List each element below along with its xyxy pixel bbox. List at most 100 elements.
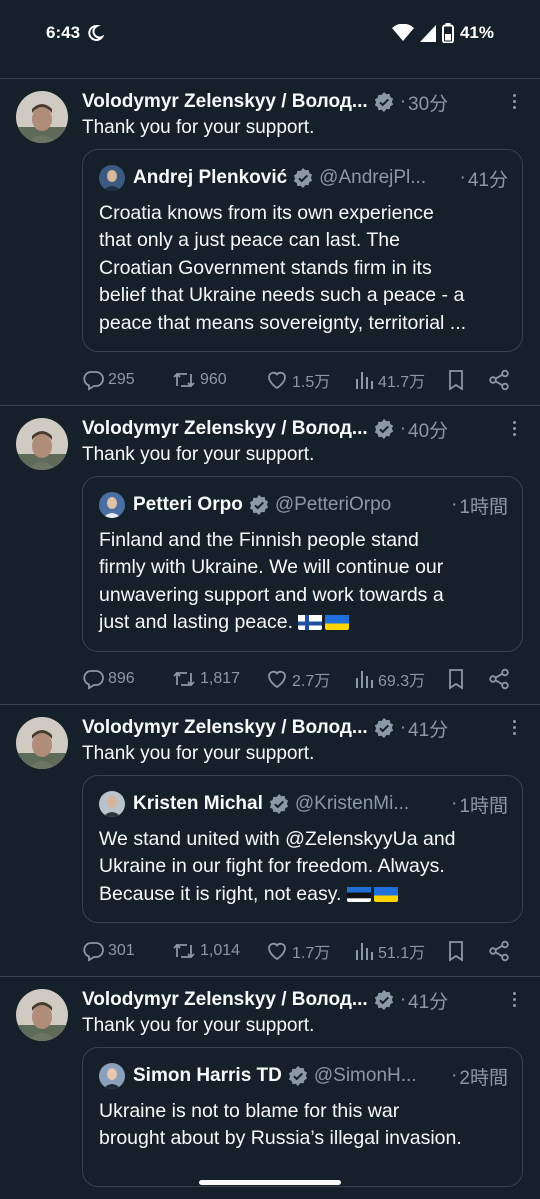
- bookmark-icon: [449, 370, 463, 391]
- more-options-icon[interactable]: [505, 418, 524, 439]
- views-chart-icon: [356, 671, 373, 688]
- separator-dot: ·: [399, 418, 407, 439]
- verified-badge-icon: [249, 495, 269, 515]
- retweet-count: 1,817: [200, 670, 241, 687]
- tweet[interactable]: Volodymyr Zelenskyy / Волод... · 41分 Tha…: [0, 977, 540, 1187]
- avatar[interactable]: [16, 91, 68, 143]
- quoted-tweet[interactable]: Petteri Orpo @PetteriOrpo · 1時間 Finland …: [82, 476, 523, 652]
- verified-badge-icon: [288, 1066, 308, 1086]
- quoted-text-line: just and lasting peace.: [99, 609, 508, 636]
- quoted-handle[interactable]: @AndrejPl...: [319, 167, 455, 189]
- reply-button[interactable]: 295: [82, 365, 135, 395]
- home-gesture-bar[interactable]: [199, 1180, 341, 1185]
- tweet[interactable]: Volodymyr Zelenskyy / Волод... · 30分 Tha…: [0, 79, 540, 405]
- quoted-avatar[interactable]: [99, 492, 125, 518]
- share-icon: [489, 940, 509, 962]
- avatar[interactable]: [16, 717, 68, 769]
- separator-dot: ·: [451, 494, 458, 515]
- quoted-avatar[interactable]: [99, 791, 125, 817]
- quoted-tweet[interactable]: Andrej Plenković @AndrejPl... · 41分 Croa…: [82, 149, 523, 352]
- share-icon: [489, 369, 509, 391]
- quoted-author-name[interactable]: Andrej Plenković: [133, 167, 287, 189]
- quoted-time[interactable]: 41分: [468, 165, 508, 192]
- bookmark-icon: [449, 669, 463, 690]
- retweet-button[interactable]: 1,014: [172, 936, 240, 966]
- quoted-text: We stand united with @ZelenskyyUa and Uk…: [99, 826, 508, 908]
- like-button[interactable]: 2.7万: [266, 664, 330, 694]
- separator-dot: ·: [399, 989, 407, 1010]
- bookmark-button[interactable]: [446, 365, 466, 395]
- more-options-icon[interactable]: [505, 91, 524, 112]
- reply-button[interactable]: 301: [82, 936, 135, 966]
- like-count: 1.5万: [292, 374, 331, 391]
- heart-icon: [268, 371, 286, 390]
- avatar[interactable]: [16, 989, 68, 1041]
- like-button[interactable]: 1.5万: [266, 365, 330, 395]
- quoted-text-line: that only a just peace can last. The: [99, 229, 400, 252]
- tweet-text: Thank you for your support.: [82, 743, 315, 764]
- quoted-author-name[interactable]: Petteri Orpo: [133, 494, 243, 516]
- quoted-text-line: Croatia knows from its own experience: [99, 202, 434, 224]
- quoted-text-line: peace that means sovereignty, territoria…: [99, 311, 467, 334]
- heart-icon: [268, 942, 286, 961]
- bookmark-button[interactable]: [446, 664, 466, 694]
- tweet-time[interactable]: 41分: [408, 987, 448, 1014]
- views-button[interactable]: 69.3万: [354, 664, 425, 694]
- share-button[interactable]: [488, 664, 510, 694]
- separator-dot: ·: [399, 717, 407, 738]
- separator-dot: ·: [451, 793, 458, 814]
- quoted-handle[interactable]: @SimonH...: [314, 1065, 447, 1087]
- more-options-icon[interactable]: [505, 989, 524, 1010]
- author-name[interactable]: Volodymyr Zelenskyy / Волод...: [82, 717, 368, 739]
- quoted-author-name[interactable]: Simon Harris TD: [133, 1065, 282, 1087]
- tweet-time[interactable]: 41分: [408, 715, 448, 742]
- views-button[interactable]: 51.1万: [354, 936, 425, 966]
- quoted-text: Croatia knows from its own experience th…: [99, 200, 508, 337]
- share-button[interactable]: [488, 936, 510, 966]
- ukraine-flag-icon: [325, 613, 350, 631]
- quoted-avatar[interactable]: [99, 1063, 125, 1089]
- views-count: 69.3万: [378, 673, 426, 690]
- quoted-handle[interactable]: @KristenMi...: [295, 793, 447, 815]
- tweet[interactable]: Volodymyr Zelenskyy / Волод... · 40分 Tha…: [0, 406, 540, 704]
- quoted-tweet[interactable]: Kristen Michal @KristenMi... · 1時間 We st…: [82, 775, 523, 923]
- like-button[interactable]: 1.7万: [266, 936, 330, 966]
- retweet-icon: [173, 671, 195, 687]
- quoted-text-line: brought about by Russia’s illegal invasi…: [99, 1127, 462, 1150]
- quoted-text-line: We stand united with @ZelenskyyUa and: [99, 828, 456, 850]
- share-button[interactable]: [488, 365, 510, 395]
- reply-icon: [83, 670, 104, 690]
- reply-count: 301: [108, 942, 135, 959]
- reply-button[interactable]: 896: [82, 664, 135, 694]
- views-count: 41.7万: [378, 374, 426, 391]
- verified-badge-icon: [374, 718, 394, 738]
- quoted-text-line: Because it is right, not easy.: [99, 881, 508, 908]
- bookmark-button[interactable]: [446, 936, 466, 966]
- do-not-disturb-moon-icon: [88, 24, 105, 41]
- retweet-button[interactable]: 960: [172, 365, 227, 395]
- retweet-button[interactable]: 1,817: [172, 664, 240, 694]
- quoted-avatar[interactable]: [99, 165, 125, 191]
- tweet-time[interactable]: 30分: [408, 89, 448, 116]
- views-button[interactable]: 41.7万: [354, 365, 425, 395]
- tweet-time[interactable]: 40分: [408, 416, 448, 443]
- tweet-text: Thank you for your support.: [82, 117, 315, 138]
- quoted-text: Finland and the Finnish people stand fir…: [99, 527, 508, 637]
- author-name[interactable]: Volodymyr Zelenskyy / Волод...: [82, 989, 368, 1011]
- author-name[interactable]: Volodymyr Zelenskyy / Волод...: [82, 418, 368, 440]
- more-options-icon[interactable]: [505, 717, 524, 738]
- quoted-text-line: belief that Ukraine needs such a peace -…: [99, 284, 465, 307]
- quoted-time[interactable]: 1時間: [459, 492, 508, 519]
- battery-icon: [441, 23, 454, 43]
- author-name[interactable]: Volodymyr Zelenskyy / Волод...: [82, 91, 368, 113]
- quoted-tweet[interactable]: Simon Harris TD @SimonH... · 2時間 Ukraine…: [82, 1047, 523, 1187]
- quoted-time[interactable]: 1時間: [459, 791, 508, 818]
- tweet-text: Thank you for your support.: [82, 444, 315, 465]
- quoted-handle[interactable]: @PetteriOrpo: [275, 494, 447, 516]
- timeline-feed[interactable]: Volodymyr Zelenskyy / Волод... · 30分 Tha…: [0, 78, 540, 1187]
- quoted-text: Ukraine is not to blame for this war bro…: [99, 1098, 508, 1153]
- quoted-author-name[interactable]: Kristen Michal: [133, 793, 263, 815]
- avatar[interactable]: [16, 418, 68, 470]
- quoted-time[interactable]: 2時間: [459, 1063, 508, 1090]
- tweet[interactable]: Volodymyr Zelenskyy / Волод... · 41分 Tha…: [0, 705, 540, 976]
